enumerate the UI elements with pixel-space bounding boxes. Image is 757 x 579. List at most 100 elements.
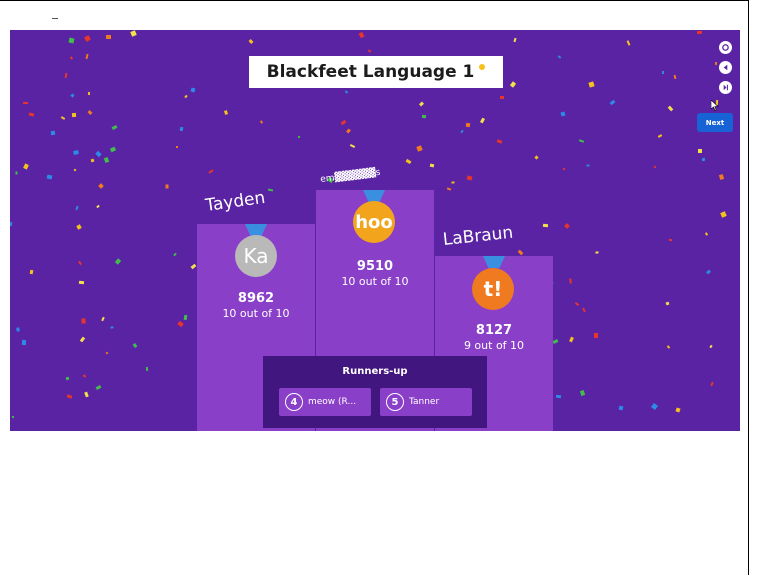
confetti-piece: [60, 116, 66, 120]
player-score: 8127: [475, 323, 513, 338]
confetti-piece: [509, 81, 517, 88]
confetti-piece: [110, 326, 114, 329]
confetti-piece: [609, 99, 616, 106]
confetti-piece: [16, 327, 20, 332]
corner-mark: [52, 18, 58, 19]
confetti-piece: [114, 258, 122, 265]
game-title-text: Blackfeet Language 1: [266, 62, 475, 82]
confetti-piece: [28, 112, 35, 117]
player-name: LaBraun: [441, 222, 515, 250]
title-star-icon: [479, 64, 486, 70]
confetti-piece: [65, 376, 70, 381]
confetti-piece: [701, 157, 706, 162]
confetti-piece: [696, 30, 703, 35]
confetti-piece: [176, 146, 178, 148]
confetti-piece: [22, 101, 29, 105]
confetti-piece: [130, 30, 137, 37]
player-score: 9510: [356, 259, 394, 274]
confetti-piece: [586, 164, 590, 167]
confetti-piece: [90, 158, 95, 163]
confetti-piece: [650, 402, 659, 411]
results-stage: Blackfeet Language 1 Next Tayden Ka 8962…: [10, 30, 740, 431]
confetti-piece: [103, 156, 110, 164]
confetti-piece: [297, 135, 301, 139]
confetti-piece: [709, 344, 713, 349]
confetti-piece: [555, 394, 562, 399]
confetti-piece: [66, 394, 73, 399]
runner-rank: 5: [386, 393, 404, 411]
runners-up-panel: Runners-up 4 meow (R... 5 Tanner: [263, 356, 487, 428]
confetti-piece: [73, 150, 79, 155]
confetti-piece: [534, 155, 539, 160]
avatar: hoo: [353, 201, 395, 243]
confetti-piece: [349, 143, 356, 149]
runner-name: Tanner: [409, 397, 440, 407]
runner-name: meow (R...: [308, 397, 357, 407]
confetti-piece: [564, 223, 570, 229]
confetti-piece: [718, 174, 725, 180]
confetti-piece: [71, 112, 77, 118]
confetti-piece: [95, 384, 102, 391]
back-icon[interactable]: [719, 61, 732, 74]
player-correct: 9 out of 10: [463, 339, 525, 352]
confetti-piece: [419, 101, 424, 107]
confetti-piece: [95, 150, 102, 158]
confetti-piece: [697, 148, 703, 154]
fullscreen-icon[interactable]: [719, 41, 732, 54]
confetti-piece: [76, 224, 82, 230]
confetti-piece: [344, 90, 349, 94]
confetti-piece: [657, 134, 663, 138]
runner-up-card[interactable]: 5 Tanner: [380, 388, 472, 416]
confetti-piece: [626, 40, 631, 46]
confetti-piece: [183, 314, 188, 321]
confetti-piece: [574, 301, 580, 307]
confetti-piece: [416, 145, 423, 152]
player-score: 8962: [237, 291, 275, 306]
confetti-piece: [85, 53, 89, 60]
next-button[interactable]: Next: [697, 113, 733, 132]
confetti-piece: [29, 269, 34, 275]
confetti-piece: [358, 31, 365, 39]
skip-icon[interactable]: [719, 81, 732, 94]
confetti-piece: [562, 167, 566, 171]
confetti-piece: [421, 114, 427, 119]
player-name: em▓▓▓▓▓▓s: [319, 167, 382, 185]
confetti-piece: [23, 163, 29, 170]
confetti-piece: [465, 122, 471, 128]
confetti-piece: [517, 249, 524, 256]
player-name: Tayden: [204, 187, 267, 216]
confetti-piece: [460, 129, 464, 134]
player-correct: 10 out of 10: [222, 307, 290, 320]
confetti-piece: [10, 221, 13, 227]
confetti-piece: [50, 130, 56, 136]
confetti-piece: [569, 278, 572, 284]
confetti-piece: [98, 183, 104, 189]
runner-rank: 4: [285, 393, 303, 411]
confetti-piece: [106, 35, 111, 39]
confetti-piece: [593, 332, 599, 339]
confetti-piece: [105, 351, 109, 355]
confetti-piece: [446, 187, 452, 191]
confetti-piece: [267, 188, 274, 192]
confetti-piece: [84, 391, 89, 398]
confetti-piece: [190, 87, 196, 93]
confetti-piece: [673, 74, 677, 80]
confetti-piece: [82, 374, 87, 378]
confetti-piece: [81, 318, 86, 324]
confetti-piece: [496, 139, 503, 144]
confetti-piece: [64, 72, 68, 79]
confetti-piece: [346, 128, 351, 134]
confetti-piece: [75, 205, 79, 211]
confetti-piece: [499, 95, 505, 100]
confetti-piece: [78, 280, 85, 285]
runner-up-card[interactable]: 4 meow (R...: [279, 388, 371, 416]
confetti-piece: [429, 163, 435, 168]
confetti-piece: [184, 94, 188, 99]
confetti-piece: [542, 223, 549, 228]
confetti-piece: [560, 111, 566, 117]
confetti-piece: [668, 238, 673, 242]
confetti-piece: [513, 37, 517, 43]
confetti-piece: [582, 307, 586, 313]
confetti-piece: [466, 175, 473, 181]
mouse-cursor-icon: [711, 100, 719, 111]
